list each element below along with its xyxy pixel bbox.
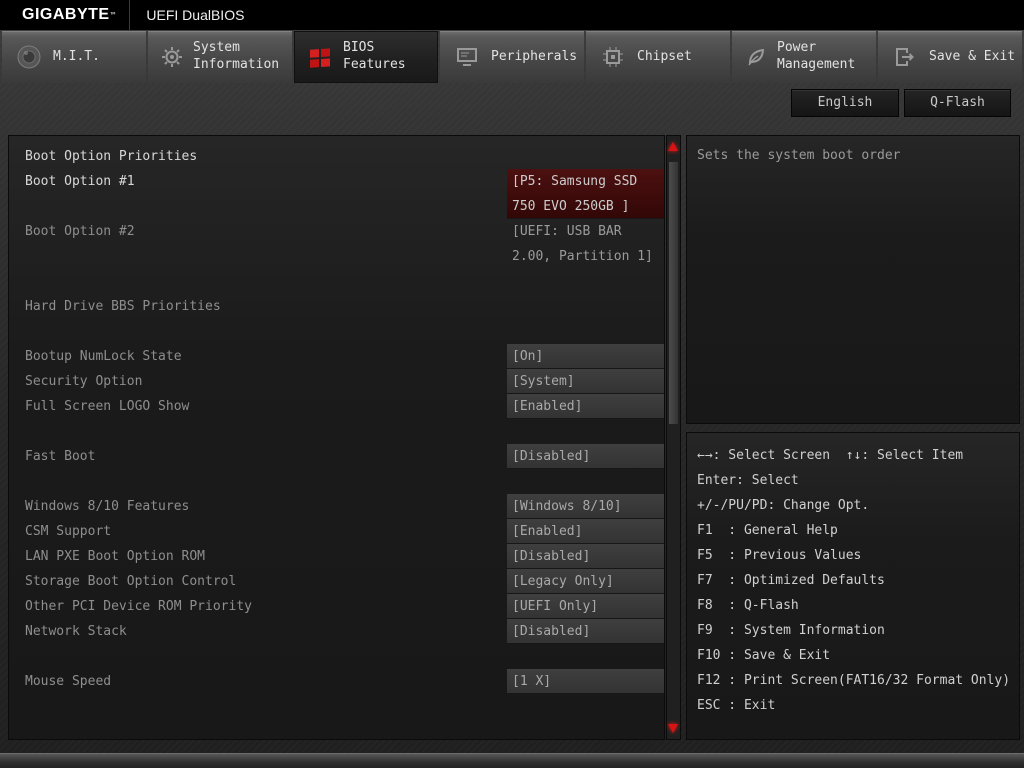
row-lan-pxe-boot-option-rom[interactable]: LAN PXE Boot Option ROM [Disabled] xyxy=(9,544,664,569)
section-title-boot-option-priorities: Boot Option Priorities xyxy=(9,144,664,169)
row-spacer xyxy=(9,644,664,669)
setting-value[interactable]: [Windows 8/10] xyxy=(507,494,664,519)
setting-value[interactable]: [Enabled] xyxy=(507,519,664,544)
hotkey-line: F9 : System Information xyxy=(697,623,885,638)
hotkey-line: F12 : Print Screen(FAT16/32 Format Only) xyxy=(697,673,1011,688)
setting-label: Windows 8/10 Features xyxy=(25,499,190,514)
setting-label: Full Screen LOGO Show xyxy=(25,399,190,414)
footer-bar xyxy=(0,753,1024,768)
setting-label: Fast Boot xyxy=(25,449,96,464)
tab-label: Save & Exit xyxy=(929,48,1016,64)
row-bootup-numlock-state[interactable]: Bootup NumLock State [On] xyxy=(9,344,664,369)
setting-label: Storage Boot Option Control xyxy=(25,574,237,589)
row-other-pci-device-rom-priority[interactable]: Other PCI Device ROM Priority [UEFI Only… xyxy=(9,594,664,619)
setting-value[interactable]: [Enabled] xyxy=(507,394,664,419)
chip-icon xyxy=(598,45,628,69)
hotkey-line: F8 : Q-Flash xyxy=(697,598,799,613)
setting-value[interactable]: [1 X] xyxy=(507,669,664,694)
tab-save-exit[interactable]: Save & Exit xyxy=(878,31,1022,83)
hotkey-line: ←→: Select Screen ↑↓: Select Item xyxy=(697,448,964,463)
setting-value[interactable]: [Legacy Only] xyxy=(507,569,664,594)
row-spacer xyxy=(9,419,664,444)
leaf-icon xyxy=(744,45,768,69)
hotkey-line: F7 : Optimized Defaults xyxy=(697,573,885,588)
setting-label: Hard Drive BBS Priorities xyxy=(25,299,221,314)
setting-label: Boot Option #1 xyxy=(25,174,135,189)
tab-peripherals[interactable]: Peripherals xyxy=(440,31,584,83)
hotkey-line: Enter: Select xyxy=(697,473,799,488)
scroll-down-icon[interactable] xyxy=(668,724,678,733)
help-description: Sets the system boot order xyxy=(697,148,901,163)
language-button[interactable]: English xyxy=(791,89,899,117)
row-boot-option-1[interactable]: Boot Option #1 [P5: Samsung SSD 750 EVO … xyxy=(9,169,664,219)
row-windows-8-10-features[interactable]: Windows 8/10 Features [Windows 8/10] xyxy=(9,494,664,519)
tab-label: Power Management xyxy=(777,40,856,72)
tab-power-management[interactable]: Power Management xyxy=(732,31,876,83)
scrollbar[interactable] xyxy=(666,135,681,740)
tab-chipset[interactable]: Chipset xyxy=(586,31,730,83)
trademark-symbol: ™ xyxy=(110,10,116,20)
setting-label: Boot Option #2 xyxy=(25,224,135,239)
exit-door-icon xyxy=(890,45,920,69)
setting-label: Mouse Speed xyxy=(25,674,112,689)
hotkey-line: F5 : Previous Values xyxy=(697,548,862,563)
scroll-up-icon[interactable] xyxy=(668,142,678,151)
row-hard-drive-bbs-priorities[interactable]: Hard Drive BBS Priorities xyxy=(9,294,664,319)
row-security-option[interactable]: Security Option [System] xyxy=(9,369,664,394)
tab-label: System Information xyxy=(193,40,280,72)
row-full-screen-logo-show[interactable]: Full Screen LOGO Show [Enabled] xyxy=(9,394,664,419)
scrollbar-thumb[interactable] xyxy=(669,162,678,424)
setting-label: LAN PXE Boot Option ROM xyxy=(25,549,206,564)
knob-icon xyxy=(14,44,44,70)
hotkey-line: F1 : General Help xyxy=(697,523,838,538)
row-storage-boot-option-control[interactable]: Storage Boot Option Control [Legacy Only… xyxy=(9,569,664,594)
setting-label: Network Stack xyxy=(25,624,127,639)
tab-label: BIOS Features xyxy=(343,40,406,72)
titlebar-divider xyxy=(129,0,131,30)
tab-label: Chipset xyxy=(637,48,692,64)
hotkey-line: +/-/PU/PD: Change Opt. xyxy=(697,498,870,513)
setting-value[interactable]: [UEFI Only] xyxy=(507,594,664,619)
setting-value[interactable]: [Disabled] xyxy=(507,444,664,469)
section-title-label: Boot Option Priorities xyxy=(25,149,198,164)
setting-label: Bootup NumLock State xyxy=(25,349,182,364)
row-spacer xyxy=(9,319,664,344)
row-boot-option-2[interactable]: Boot Option #2 [UEFI: USB BAR 2.00, Part… xyxy=(9,219,664,269)
hotkeys-panel: ←→: Select Screen ↑↓: Select Item Enter:… xyxy=(686,432,1020,740)
gear-icon xyxy=(160,45,184,69)
hotkey-line: F10 : Save & Exit xyxy=(697,648,831,663)
setting-value[interactable]: [On] xyxy=(507,344,664,369)
setting-label: Security Option xyxy=(25,374,143,389)
tab-system-information[interactable]: System Information xyxy=(148,31,292,83)
tab-label: Peripherals xyxy=(491,48,578,64)
setting-label: CSM Support xyxy=(25,524,112,539)
tab-label: M.I.T. xyxy=(53,48,100,64)
title-bar: GIGABYTE ™ UEFI DualBIOS xyxy=(0,0,1024,30)
bios-screen: GIGABYTE ™ UEFI DualBIOS M.I.T. System I… xyxy=(0,0,1024,768)
row-mouse-speed[interactable]: Mouse Speed [1 X] xyxy=(9,669,664,694)
tab-bar: M.I.T. System Information BIOS Features … xyxy=(2,31,1022,83)
help-description-panel: Sets the system boot order xyxy=(686,135,1020,424)
row-network-stack[interactable]: Network Stack [Disabled] xyxy=(9,619,664,644)
tab-mit[interactable]: M.I.T. xyxy=(2,31,146,83)
setting-label: Other PCI Device ROM Priority xyxy=(25,599,252,614)
gigabyte-logo: GIGABYTE xyxy=(22,6,110,23)
tab-bios-features[interactable]: BIOS Features xyxy=(294,31,438,83)
row-spacer xyxy=(9,269,664,294)
red-grid-icon xyxy=(306,45,334,69)
monitor-icon xyxy=(452,45,482,69)
qflash-button[interactable]: Q-Flash xyxy=(904,89,1011,117)
setting-value[interactable]: [Disabled] xyxy=(507,619,664,644)
row-fast-boot[interactable]: Fast Boot [Disabled] xyxy=(9,444,664,469)
bios-title: UEFI DualBIOS xyxy=(146,7,245,23)
hotkey-line: ESC : Exit xyxy=(697,698,776,713)
row-csm-support[interactable]: CSM Support [Enabled] xyxy=(9,519,664,544)
setting-value[interactable]: [UEFI: USB BAR 2.00, Partition 1] xyxy=(507,219,664,269)
settings-panel: Boot Option Priorities Boot Option #1 [P… xyxy=(8,135,665,740)
setting-value[interactable]: [P5: Samsung SSD 750 EVO 250GB ] xyxy=(507,169,664,219)
setting-value[interactable]: [Disabled] xyxy=(507,544,664,569)
setting-value[interactable]: [System] xyxy=(507,369,664,394)
row-spacer xyxy=(9,469,664,494)
